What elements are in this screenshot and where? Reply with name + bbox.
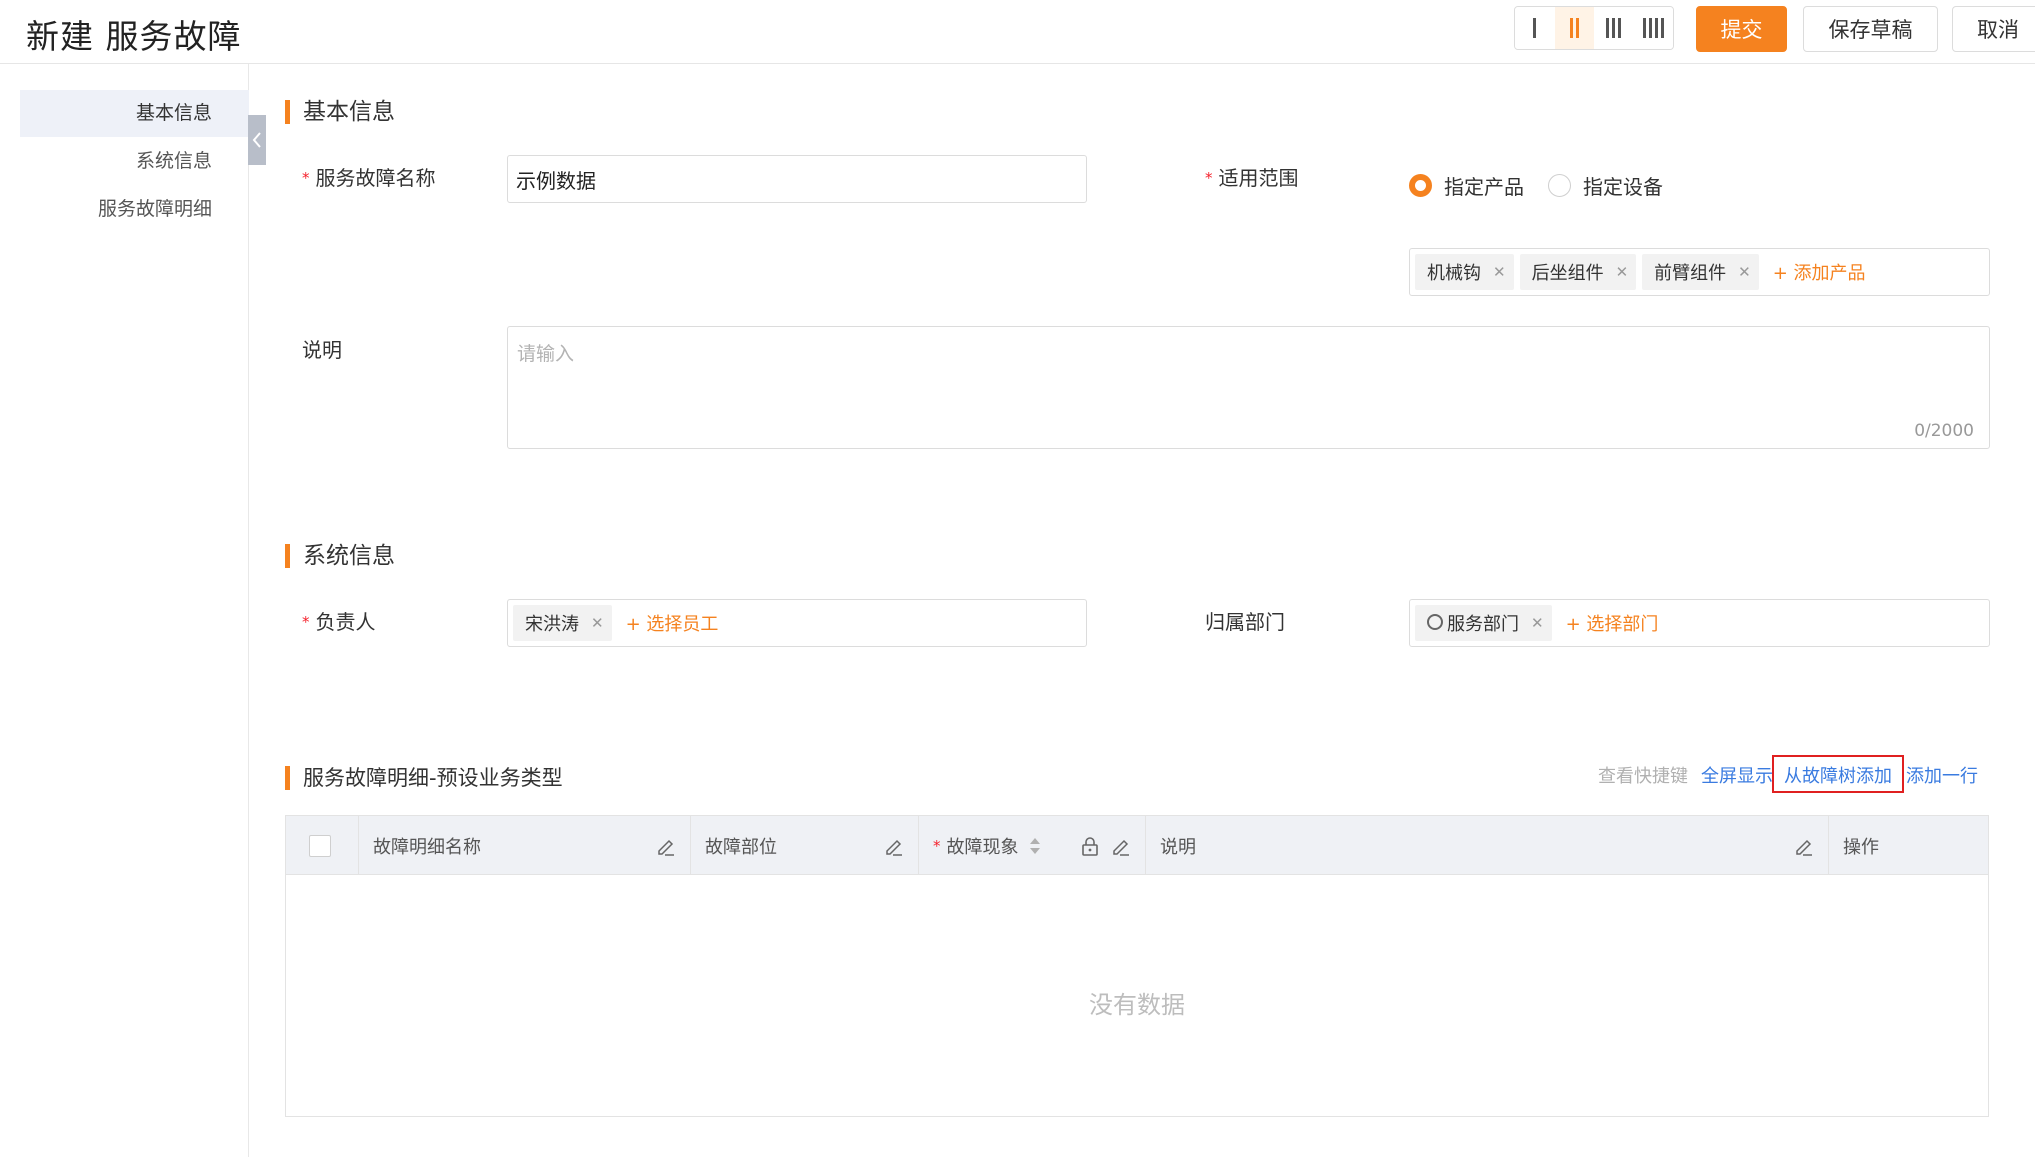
sidebar-item-fault-detail[interactable]: 服务故障明细 (20, 186, 249, 233)
section-title-system: 系统信息 (285, 542, 395, 570)
scope-radio-device[interactable]: 指定设备 (1548, 171, 1663, 200)
scope-radio-group: 指定产品 指定设备 (1409, 171, 1663, 200)
product-tag: 后坐组件 ✕ (1519, 254, 1637, 290)
edit-icon[interactable] (656, 836, 676, 856)
owner-selector: 宋洪涛 ✕ + 选择员工 (507, 599, 1087, 647)
description-textarea[interactable]: 请输入 0/2000 (507, 326, 1990, 449)
column-header-part: 故障部位 (691, 816, 919, 875)
save-draft-button[interactable]: 保存草稿 (1803, 6, 1938, 52)
layout-four-column-button[interactable] (1633, 7, 1673, 49)
fault-name-value: 示例数据 (516, 168, 596, 193)
department-label: 归属部门 (1205, 610, 1285, 634)
fault-name-input[interactable]: 示例数据 (507, 155, 1087, 203)
radio-checked-icon (1409, 174, 1432, 197)
fault-name-label: * 服务故障名称 (302, 166, 436, 190)
empty-state-text: 没有数据 (1089, 991, 1185, 1019)
one-column-icon (1533, 18, 1537, 38)
select-staff-link[interactable]: + 选择员工 (626, 610, 719, 636)
department-icon (1427, 614, 1443, 630)
edit-icon[interactable] (884, 836, 904, 856)
char-counter: 0/2000 (1914, 421, 1974, 441)
sidebar-item-basic-info[interactable]: 基本信息 (20, 90, 249, 137)
owner-label: * 负责人 (302, 610, 376, 634)
header: 新建 服务故障 提交 保存草稿 取消 (0, 0, 2035, 64)
sidebar: 基本信息 系统信息 服务故障明细 (0, 64, 249, 1157)
department-tag: 服务部门 ✕ (1415, 605, 1552, 641)
section-title-detail: 服务故障明细-预设业务类型 (285, 764, 563, 792)
edit-icon[interactable] (1794, 836, 1814, 856)
lock-icon[interactable] (1081, 836, 1099, 856)
department-selector: 服务部门 ✕ + 选择部门 (1409, 599, 1990, 647)
submit-button[interactable]: 提交 (1696, 6, 1787, 52)
layout-switcher (1514, 6, 1674, 50)
required-mark: * (302, 169, 310, 187)
remove-tag-icon[interactable]: ✕ (1531, 614, 1544, 632)
select-all-checkbox[interactable] (309, 834, 331, 857)
four-column-icon (1642, 18, 1664, 38)
remove-tag-icon[interactable]: ✕ (1616, 263, 1629, 281)
table-header: 故障明细名称 故障部位 * 故障现象 说明 操作 (286, 816, 1988, 875)
view-shortcuts-link[interactable]: 查看快捷键 (1598, 764, 1688, 790)
column-header-name: 故障明细名称 (359, 816, 691, 875)
scope-radio-product[interactable]: 指定产品 (1409, 171, 1524, 200)
add-product-link[interactable]: + 添加产品 (1773, 259, 1866, 285)
add-row-link[interactable]: 添加一行 (1906, 764, 1978, 790)
layout-three-column-button[interactable] (1594, 7, 1634, 49)
page-title: 新建 服务故障 (26, 17, 242, 56)
page: 新建 服务故障 提交 保存草稿 取消 基本信息 系统信息 服务故障明细 基本信息 (0, 0, 2035, 1157)
required-mark: * (933, 836, 941, 855)
description-placeholder: 请输入 (517, 343, 575, 365)
required-mark: * (302, 613, 310, 631)
remove-tag-icon[interactable]: ✕ (591, 614, 604, 632)
scope-radio-device-label: 指定设备 (1583, 175, 1663, 199)
chevron-left-icon (252, 132, 261, 148)
layout-two-column-button[interactable] (1554, 7, 1594, 49)
fullscreen-link[interactable]: 全屏显示 (1701, 764, 1773, 790)
scope-radio-product-label: 指定产品 (1444, 175, 1524, 199)
product-tag: 机械钩 ✕ (1415, 254, 1514, 290)
column-header-symptom: * 故障现象 (919, 816, 1146, 875)
column-header-actions: 操作 (1843, 836, 1879, 858)
three-column-icon (1606, 18, 1622, 38)
fault-detail-table: 故障明细名称 故障部位 * 故障现象 说明 操作 没有数据 (285, 815, 1989, 1117)
layout-single-column-button[interactable] (1515, 7, 1555, 49)
description-label: 说明 (302, 338, 342, 362)
radio-unchecked-icon (1548, 174, 1571, 197)
column-header-description: 说明 (1146, 816, 1829, 875)
select-department-link[interactable]: + 选择部门 (1566, 610, 1659, 636)
sidebar-collapse-button[interactable] (248, 115, 266, 165)
sidebar-item-system-info[interactable]: 系统信息 (20, 138, 249, 185)
required-mark: * (1205, 169, 1213, 187)
select-all-cell (286, 816, 359, 875)
product-tag: 前臂组件 ✕ (1642, 254, 1759, 290)
sort-icon[interactable] (1029, 836, 1041, 856)
add-from-fault-tree-link[interactable]: 从故障树添加 (1784, 764, 1892, 790)
edit-icon[interactable] (1111, 836, 1131, 856)
scope-label: * 适用范围 (1205, 166, 1299, 190)
two-column-icon (1569, 18, 1579, 38)
owner-tag: 宋洪涛 ✕ (513, 605, 612, 641)
remove-tag-icon[interactable]: ✕ (1493, 263, 1506, 281)
product-selector: 机械钩 ✕ 后坐组件 ✕ 前臂组件 ✕ + 添加产品 (1409, 248, 1990, 296)
remove-tag-icon[interactable]: ✕ (1738, 263, 1751, 281)
section-title-basic: 基本信息 (285, 98, 395, 126)
cancel-button[interactable]: 取消 (1952, 6, 2035, 52)
